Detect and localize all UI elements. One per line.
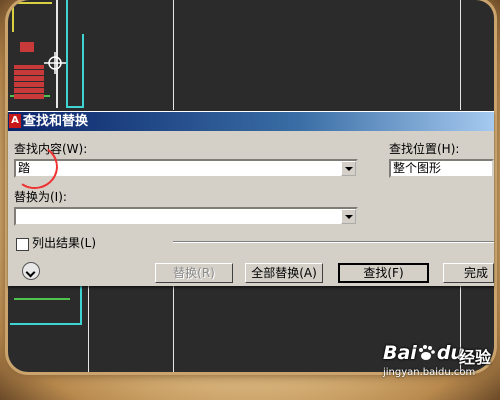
chevron-down-icon[interactable] (341, 209, 356, 224)
drawing-line (10, 323, 82, 325)
drawing-line (80, 285, 82, 325)
list-results-checkbox[interactable] (16, 238, 29, 251)
drawing-line (173, 285, 174, 372)
chevron-down-circle-icon[interactable] (22, 262, 40, 280)
baidu-paw-icon (419, 345, 435, 360)
find-button[interactable]: 查找(F) (338, 263, 429, 283)
find-combobox[interactable]: 踏 (14, 159, 358, 178)
chevron-down-icon[interactable] (341, 161, 356, 176)
baidu-watermark: Bai du 经验 jingyan.baidu.com (383, 342, 495, 382)
photo-frame: A 查找和替换 查找内容(W): 踏 查找位置(H): 整个图形 替换为(I):… (0, 0, 500, 400)
replace-label: 替换为(I): (14, 190, 67, 204)
autocad-app-icon: A (9, 114, 21, 128)
search-location-value: 整个图形 (393, 161, 442, 175)
drawing-line (460, 0, 461, 110)
replace-combobox[interactable] (14, 207, 358, 226)
replace-all-button[interactable]: 全部替换(A) (245, 263, 323, 283)
find-replace-dialog: A 查找和替换 查找内容(W): 踏 查找位置(H): 整个图形 替换为(I):… (8, 111, 494, 286)
replace-button[interactable]: 替换(R) (155, 263, 233, 283)
dialog-titlebar[interactable]: A 查找和替换 (8, 112, 494, 131)
search-location-combobox[interactable]: 整个图形 (389, 159, 494, 178)
watermark-brand-head: Bai (383, 342, 417, 364)
list-results-label[interactable]: 列出结果(L) (32, 236, 96, 250)
separator (173, 241, 494, 243)
drawing-line (82, 34, 84, 108)
watermark-url: jingyan.baidu.com (383, 367, 476, 378)
drawing-line (12, 2, 52, 4)
dialog-title: 查找和替换 (23, 114, 89, 129)
watermark-name: 经验 (459, 348, 492, 367)
drawing-line (88, 285, 89, 372)
search-location-label: 查找位置(H): (389, 142, 460, 156)
brick-hatch (20, 42, 34, 52)
cursor-crosshair-icon (44, 52, 66, 74)
brick-hatch (14, 65, 44, 99)
drawing-line (66, 0, 68, 108)
drawing-line (12, 2, 14, 32)
drawing-line (173, 0, 174, 110)
done-button[interactable]: 完成 (443, 263, 494, 283)
drawing-line (14, 298, 70, 300)
